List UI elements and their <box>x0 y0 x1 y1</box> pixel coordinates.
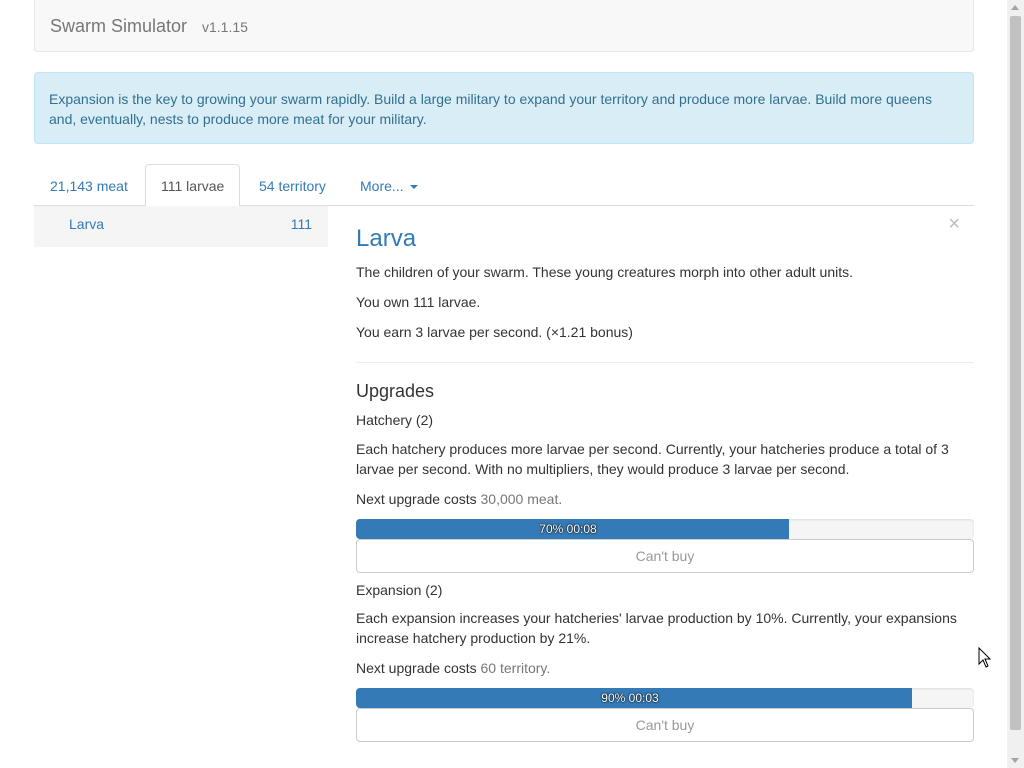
scroll-thumb[interactable] <box>1010 16 1021 730</box>
brand-title[interactable]: Swarm Simulator <box>50 16 187 37</box>
buy-hatchery-button[interactable]: Can't buy <box>356 539 974 573</box>
upgrade-cost-hatchery: Next upgrade costs 30,000 meat. <box>356 489 966 509</box>
upgrade-name-hatchery: Hatchery (2) <box>356 412 434 428</box>
info-alert: Expansion is the key to growing your swa… <box>34 72 974 144</box>
upgrade-cost-expansion: Next upgrade costs 60 territory. <box>356 658 966 678</box>
upgrades-heading: Upgrades <box>356 381 435 401</box>
scroll-up-icon[interactable] <box>1011 5 1019 10</box>
progress-bar-hatchery: 70% 00:08 <box>356 519 974 539</box>
buy-expansion-button[interactable]: Can't buy <box>356 708 974 742</box>
cost-prefix: Next upgrade costs <box>356 660 477 676</box>
sidebar-item-larva[interactable]: Larva 111 <box>34 206 328 247</box>
scroll-down-icon[interactable] <box>1011 758 1019 763</box>
navbar: Swarm Simulator v1.1.15 <box>34 0 974 52</box>
vertical-scrollbar[interactable] <box>1007 0 1024 768</box>
sidebar-item-count: 111 <box>290 216 312 232</box>
tab-larvae[interactable]: 111 larvae <box>145 164 241 207</box>
cost-value: 60 territory. <box>480 660 551 676</box>
tab-more-dropdown[interactable]: More... <box>344 164 434 206</box>
unit-rate: You earn 3 larvae per second. (×1.21 bon… <box>356 324 633 340</box>
tab-territory[interactable]: 54 territory <box>243 164 342 206</box>
mouse-cursor-icon <box>978 647 992 668</box>
unit-owned: You own 111 larvae. <box>356 294 481 310</box>
cost-value: 30,000 meat. <box>480 491 563 507</box>
sidebar-item-label: Larva <box>69 216 105 232</box>
progress-label: 70% 00:08 <box>539 522 597 536</box>
progress-label: 90% 00:03 <box>601 691 659 705</box>
unit-title: Larva <box>356 225 417 252</box>
upgrade-description-expansion: Each expansion increases your hatcheries… <box>356 610 957 646</box>
close-icon[interactable]: × <box>948 214 960 234</box>
upgrade-name-expansion: Expansion (2) <box>356 582 443 598</box>
unit-description: The children of your swarm. These young … <box>356 264 853 280</box>
version-label: v1.1.15 <box>202 19 248 35</box>
resource-tabs: 21,143 meat 111 larvae 54 territory More… <box>34 164 974 207</box>
tab-meat[interactable]: 21,143 meat <box>34 164 144 206</box>
cost-prefix: Next upgrade costs <box>356 491 477 507</box>
divider <box>356 362 974 363</box>
unit-list: Larva 111 <box>34 206 328 247</box>
progress-bar-expansion: 90% 00:03 <box>356 688 974 708</box>
caret-down-icon <box>409 185 418 190</box>
upgrade-description-hatchery: Each hatchery produces more larvae per s… <box>356 441 949 477</box>
tab-more-label: More... <box>360 178 404 194</box>
